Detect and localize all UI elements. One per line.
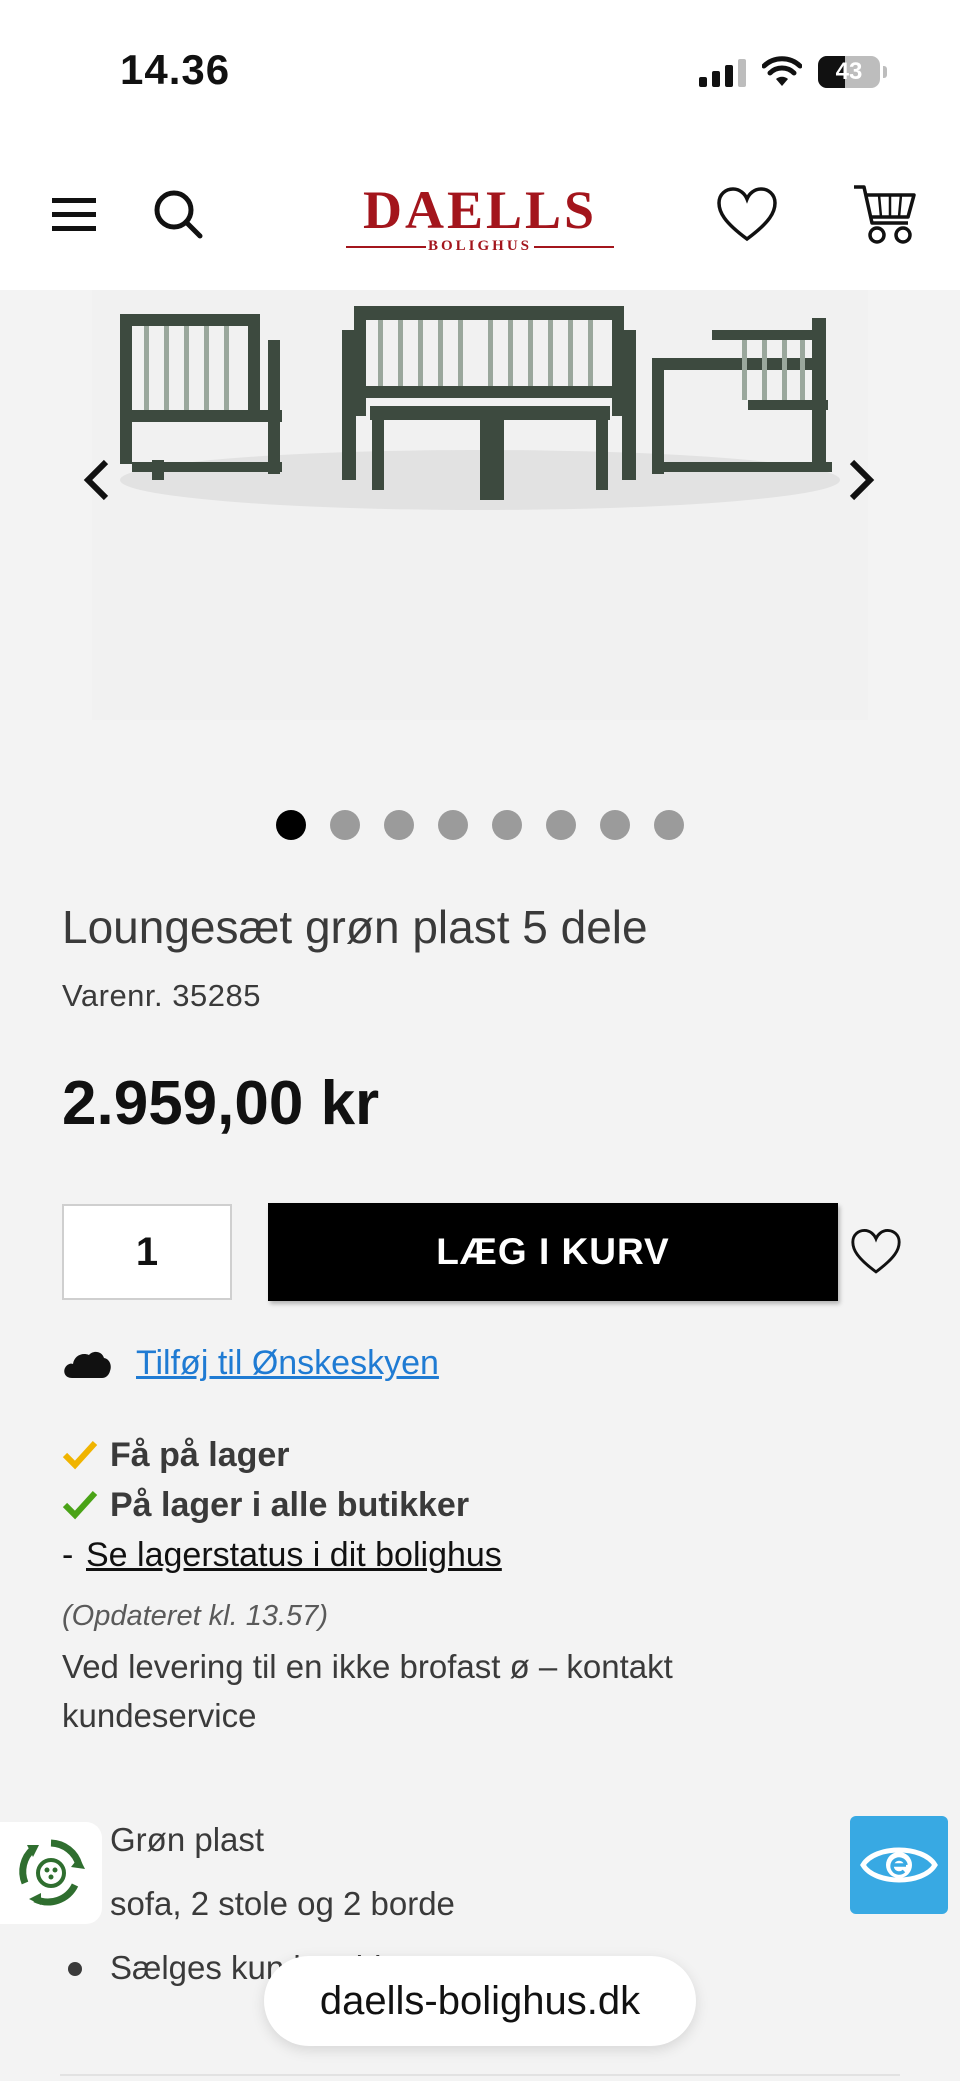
product-title: Loungesæt grøn plast 5 dele <box>62 901 648 953</box>
recycle-icon <box>19 1839 85 1906</box>
status-icons: 43 <box>699 52 887 92</box>
gallery-pagination <box>0 810 960 840</box>
quantity-input[interactable]: 1 <box>62 1204 232 1300</box>
gallery-dot[interactable] <box>600 810 630 840</box>
lounge-set-illustration <box>120 306 840 510</box>
stock-online: Få på lager <box>62 1430 902 1480</box>
stock-stores: På lager i alle butikker <box>62 1480 902 1530</box>
browser-address-bar[interactable]: daells-bolighus.dk <box>264 1956 696 2046</box>
stock-status: Få på lager På lager i alle butikker - S… <box>62 1430 902 1580</box>
stock-stores-text: På lager i alle butikker <box>110 1485 470 1524</box>
search-button[interactable] <box>148 184 208 244</box>
store-status-row: - Se lagerstatus i dit bolighus <box>62 1530 902 1580</box>
sustainability-badge[interactable] <box>0 1822 102 1924</box>
stock-online-text: Få på lager <box>110 1435 290 1474</box>
status-bar: 14.36 43 <box>0 0 960 140</box>
divider <box>60 2074 900 2076</box>
add-to-wishlist-button[interactable] <box>848 1224 904 1280</box>
gallery-dot[interactable] <box>654 810 684 840</box>
delivery-note: Ved levering til en ikke brofast ø – kon… <box>62 1648 673 1734</box>
bullet-icon <box>68 1962 82 1976</box>
checkmark-icon <box>62 1490 98 1520</box>
feature-item: sofa, 2 stole og 2 borde <box>110 1885 455 1922</box>
cart-icon <box>854 185 916 244</box>
heart-icon <box>717 187 777 242</box>
wifi-icon <box>762 56 802 86</box>
gallery-dot[interactable] <box>384 810 414 840</box>
gallery-prev-button[interactable] <box>72 450 122 510</box>
chevron-left-icon <box>83 459 109 501</box>
wishcloud-row: Tilføj til Ønskeskyen <box>62 1344 439 1383</box>
wishlist-button[interactable] <box>712 180 782 250</box>
chevron-right-icon <box>849 459 875 501</box>
site-header: DAELLS BOLIGHUS <box>0 140 960 290</box>
heart-icon <box>851 1229 901 1274</box>
gallery-next-button[interactable] <box>836 450 886 510</box>
gallery-dot[interactable] <box>330 810 360 840</box>
status-time: 14.36 <box>120 46 231 93</box>
checkmark-icon <box>62 1440 98 1470</box>
product-image[interactable] <box>92 290 868 720</box>
logo-text: DAELLS <box>362 180 598 240</box>
add-to-wishcloud-link[interactable]: Tilføj til Ønskeskyen <box>136 1344 439 1383</box>
menu-icon <box>52 198 96 231</box>
menu-button[interactable] <box>44 184 104 244</box>
product-price: 2.959,00 kr <box>62 1069 380 1138</box>
cellular-signal-icon <box>699 57 746 87</box>
battery-level: 43 <box>835 58 863 85</box>
gallery-dot[interactable] <box>546 810 576 840</box>
product-sku: Varenr. 35285 <box>62 978 261 1013</box>
store-prefix: - <box>62 1535 74 1574</box>
add-to-cart-button[interactable]: LÆG I KURV <box>268 1203 838 1301</box>
eye-icon <box>860 1847 938 1883</box>
site-logo[interactable]: DAELLS BOLIGHUS <box>340 182 620 256</box>
cloud-icon <box>64 1351 111 1378</box>
feature-item: Grøn plast <box>110 1821 265 1858</box>
gallery-dot[interactable] <box>492 810 522 840</box>
gallery-dot[interactable] <box>276 810 306 840</box>
store-status-link[interactable]: Se lagerstatus i dit bolighus <box>86 1536 502 1575</box>
battery-icon: 43 <box>818 56 887 88</box>
search-icon <box>154 190 203 239</box>
cart-button[interactable] <box>850 180 920 250</box>
product-gallery[interactable] <box>0 290 960 840</box>
stock-updated-time: (Opdateret kl. 13.57) <box>62 1600 328 1632</box>
gallery-dot[interactable] <box>438 810 468 840</box>
accessibility-button[interactable] <box>850 1816 948 1914</box>
